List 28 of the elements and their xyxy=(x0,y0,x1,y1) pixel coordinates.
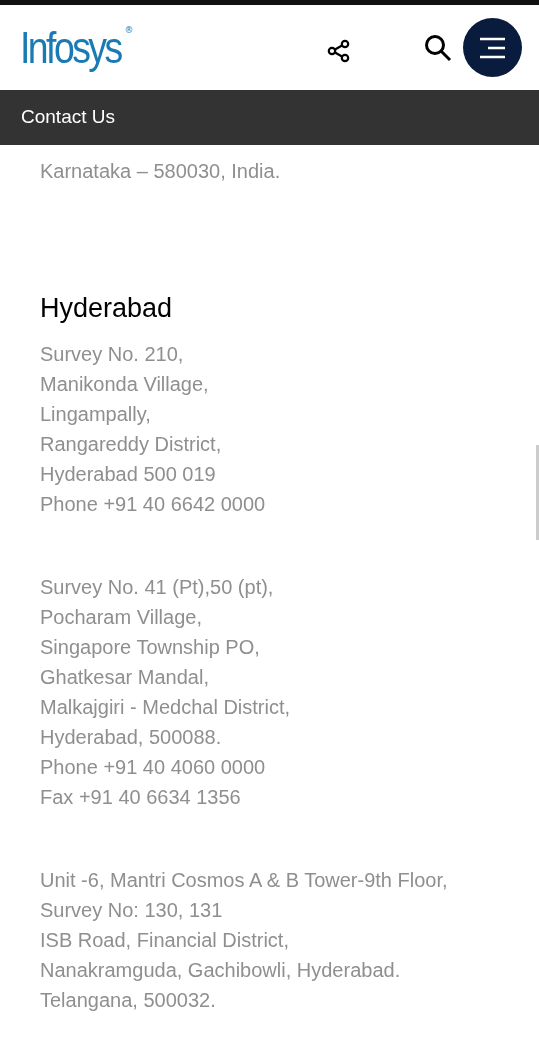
address-line: Lingampally, xyxy=(40,402,151,427)
logo-text[interactable]: Infosys xyxy=(20,25,121,70)
address-line: Singapore Township PO, xyxy=(40,635,260,660)
menu-icon xyxy=(479,35,506,60)
city-heading: Hyderabad xyxy=(40,292,174,325)
share-icon[interactable] xyxy=(327,38,351,63)
address-line: Survey No. 210, xyxy=(40,342,184,367)
address-line: Survey No. 41 (Pt),50 (pt), xyxy=(40,575,274,600)
address-line: Phone +91 40 6642 0000 xyxy=(40,492,266,517)
address-line: Unit -6, Mantri Cosmos A & B Tower-9th Floor, xyxy=(40,868,448,893)
scrollbar[interactable] xyxy=(536,445,539,540)
address-line: Phone +91 40 4060 0000 xyxy=(40,755,266,780)
address-line: Ghatkesar Mandal, xyxy=(40,665,209,690)
address-line: Pocharam Village, xyxy=(40,605,202,630)
address-line: Telangana, 500032. xyxy=(40,988,216,1013)
address-line: ISB Road, Financial District, xyxy=(40,928,289,953)
address-line: Malkajgiri - Medchal District, xyxy=(40,695,291,720)
address-line: Survey No: 130, 131 xyxy=(40,898,223,923)
address-line: Fax +91 40 6634 1356 xyxy=(40,785,241,810)
address-line: Hyderabad, 500088. xyxy=(40,725,222,750)
page-title: Contact Us xyxy=(21,105,115,130)
address-line: Rangareddy District, xyxy=(40,432,222,457)
address-line: Manikonda Village, xyxy=(40,372,209,397)
address-line: Nanakramguda, Gachibowli, Hyderabad. xyxy=(40,958,401,983)
address-line: Hyderabad 500 019 xyxy=(40,462,216,487)
search-icon[interactable] xyxy=(423,32,453,63)
address-line: Karnataka – 580030, India. xyxy=(40,159,281,184)
registered-mark: ® xyxy=(124,25,134,35)
